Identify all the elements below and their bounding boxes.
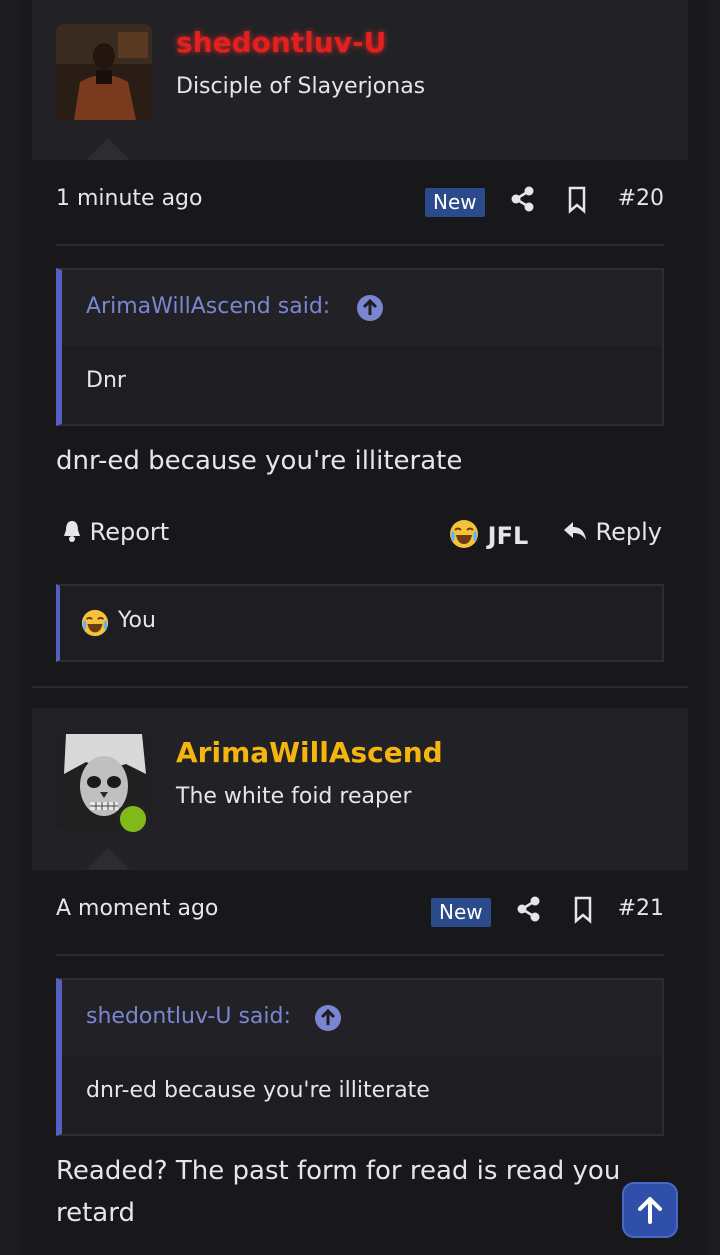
report-button[interactable]: Report (62, 518, 169, 546)
post-20: shedontluv-U Disciple of Slayerjonas 1 m… (32, 0, 688, 688)
quote-text: dnr-ed because you're illiterate (86, 1078, 430, 1103)
bookmark-icon[interactable] (569, 894, 599, 924)
arrow-up-icon (638, 1197, 662, 1224)
crying-laughing-emoji (450, 520, 478, 548)
quote-body: dnr-ed because you're illiterate (62, 1056, 662, 1132)
quote-author[interactable]: ArimaWillAscend said: (86, 294, 330, 319)
reply-label: Reply (595, 518, 662, 546)
post-message: Readed? The past form for read is read y… (56, 1156, 621, 1228)
post-time[interactable]: A moment ago (56, 896, 218, 921)
post-number[interactable]: #21 (618, 896, 664, 921)
quote-text: Dnr (86, 368, 126, 393)
scroll-to-top-button[interactable] (622, 1182, 678, 1238)
reactions-user: You (118, 608, 156, 633)
crying-laughing-emoji (81, 609, 109, 637)
quote-block: shedontluv-U said: dnr-ed because you're… (56, 978, 664, 1136)
user-caret (86, 138, 130, 160)
share-icon[interactable] (514, 894, 544, 924)
new-badge: New (431, 898, 491, 927)
arrow-up-circle-icon[interactable] (314, 1004, 342, 1032)
avatar[interactable] (56, 24, 152, 120)
user-block: ArimaWillAscend The white foid reaper (32, 708, 688, 870)
arrow-up-circle-icon[interactable] (356, 294, 384, 322)
post-meta: 1 minute ago New #20 (56, 160, 664, 246)
post-divider (32, 686, 688, 688)
post-meta: A moment ago New #21 (56, 870, 664, 956)
user-block: shedontluv-U Disciple of Slayerjonas (32, 0, 688, 160)
bell-icon (64, 521, 80, 542)
reply-button[interactable]: Reply (562, 518, 662, 546)
post-message: dnr-ed because you're illiterate (56, 446, 463, 476)
reaction-label: JFL (487, 522, 529, 550)
quote-author[interactable]: shedontluv-U said: (86, 1004, 291, 1029)
post-actions: Report JFL Reply (56, 510, 664, 560)
quote-block: ArimaWillAscend said: Dnr (56, 268, 664, 426)
new-badge: New (425, 188, 485, 217)
bookmark-icon[interactable] (563, 184, 593, 214)
thread-page: shedontluv-U Disciple of Slayerjonas 1 m… (20, 0, 708, 1255)
report-label: Report (89, 518, 170, 546)
username[interactable]: ArimaWillAscend (176, 736, 443, 769)
quote-header: shedontluv-U said: (62, 980, 662, 1056)
react-button[interactable]: JFL (448, 518, 528, 550)
quote-header: ArimaWillAscend said: (62, 270, 662, 346)
user-title: Disciple of Slayerjonas (176, 74, 426, 99)
share-icon[interactable] (508, 184, 538, 214)
reactions-summary[interactable]: You (56, 584, 664, 662)
user-title: The white foid reaper (176, 784, 412, 809)
user-caret (86, 848, 130, 870)
username[interactable]: shedontluv-U (176, 26, 386, 59)
post-time[interactable]: 1 minute ago (56, 186, 202, 211)
post-21: ArimaWillAscend The white foid reaper A … (32, 708, 688, 1255)
reply-icon (563, 522, 586, 540)
post-number[interactable]: #20 (618, 186, 664, 211)
quote-body: Dnr (62, 346, 662, 422)
online-indicator (116, 802, 150, 836)
